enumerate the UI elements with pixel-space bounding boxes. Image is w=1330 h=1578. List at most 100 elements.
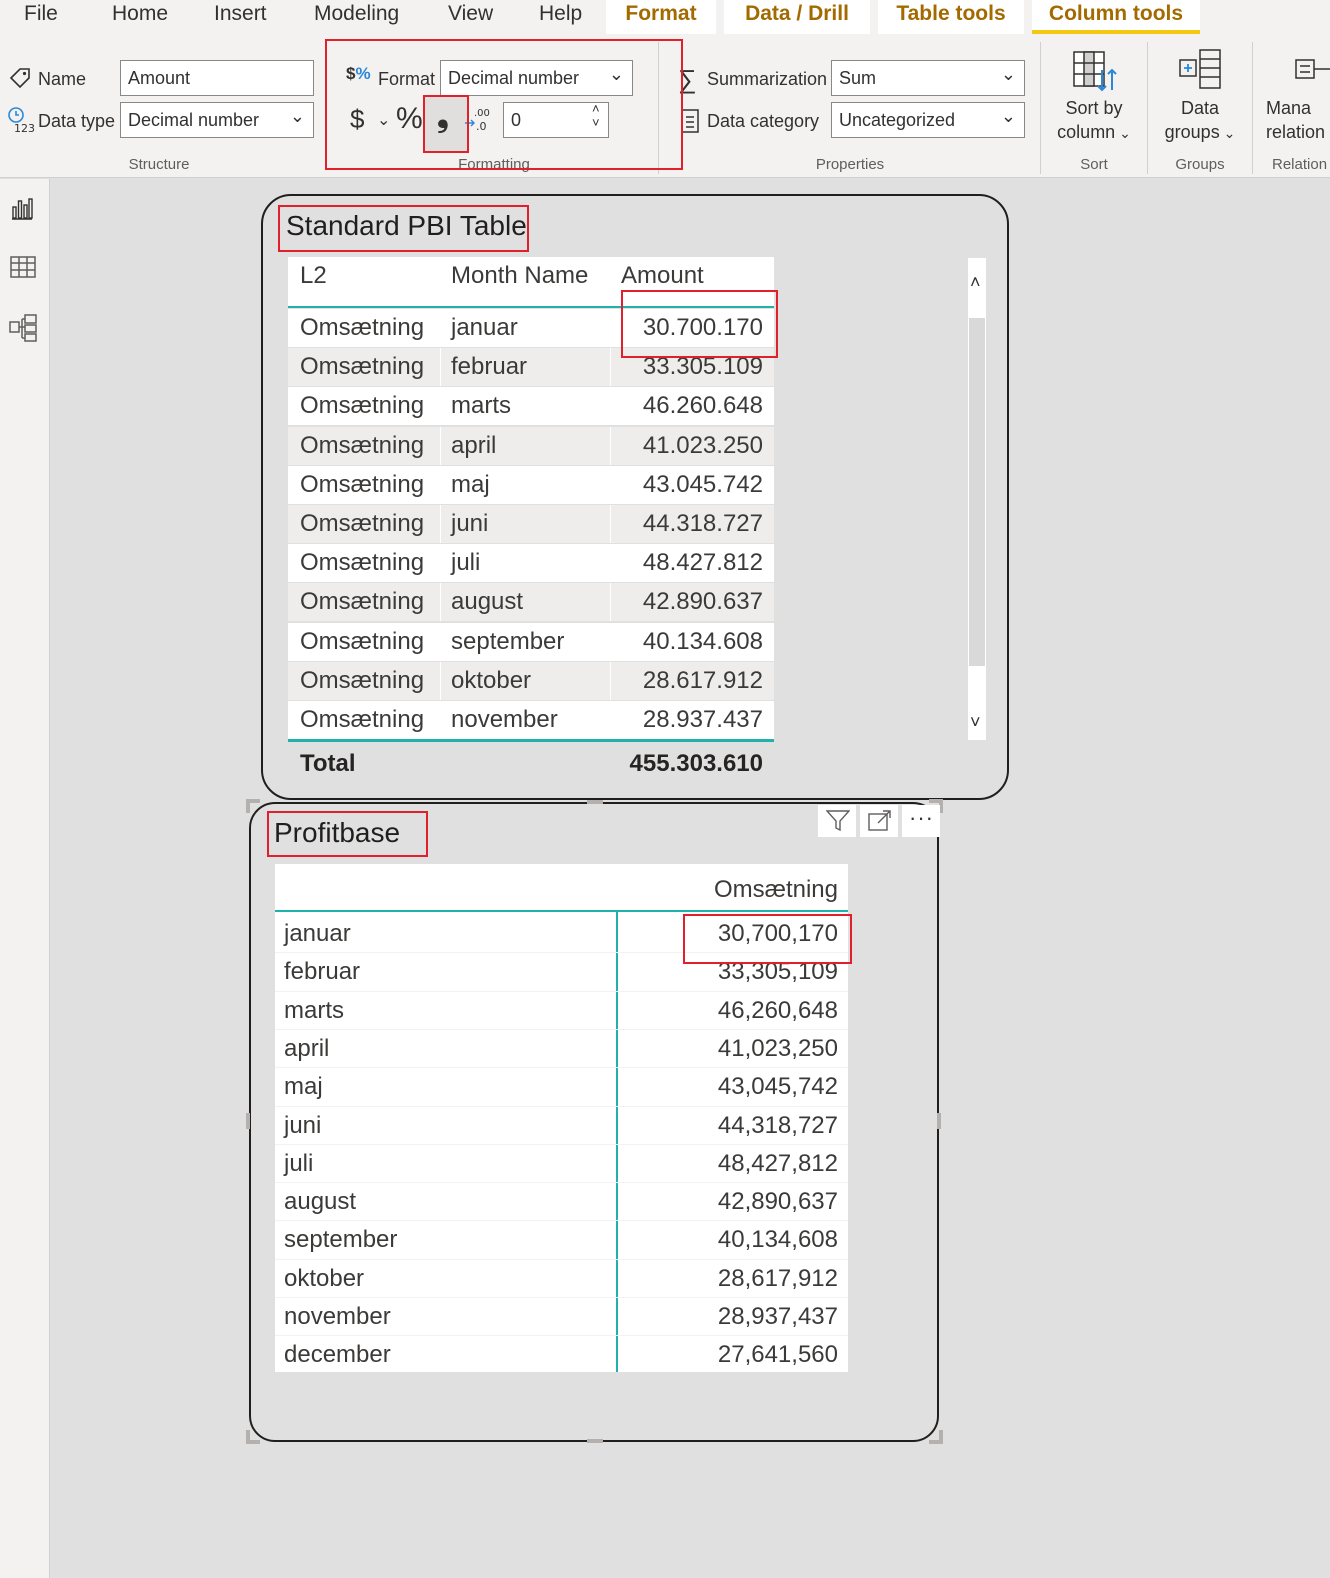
focus-mode-icon bbox=[868, 810, 892, 837]
l2-cell: Omsætning bbox=[300, 667, 425, 694]
amount-cell: 42.890.637 bbox=[642, 588, 763, 615]
menu-view[interactable]: View bbox=[448, 0, 493, 28]
scrollbar-thumb[interactable] bbox=[969, 318, 985, 666]
chevron-down-icon: ⌄ bbox=[1219, 125, 1236, 141]
l2-cell: Omsætning bbox=[300, 314, 425, 341]
l2-cell: Omsætning bbox=[300, 392, 425, 419]
name-input[interactable]: Amount bbox=[120, 60, 314, 96]
profitbase-month-cell[interactable]: marts bbox=[284, 992, 344, 1030]
resize-handle[interactable] bbox=[937, 1113, 941, 1129]
total-rule bbox=[288, 739, 774, 742]
data-category-label: Data category bbox=[707, 111, 820, 131]
title-highlight-box bbox=[278, 205, 529, 252]
profitbase-value-cell: 42,890,637 bbox=[717, 1188, 838, 1215]
month-cell: april bbox=[451, 432, 497, 459]
cell-separator bbox=[440, 466, 441, 504]
ribbon-separator bbox=[1040, 42, 1041, 174]
menu-file[interactable]: File bbox=[24, 0, 58, 28]
profitbase-column-rule bbox=[616, 912, 618, 1372]
resize-handle[interactable] bbox=[587, 800, 603, 804]
focus-mode-button[interactable] bbox=[860, 805, 898, 837]
cell-separator bbox=[440, 583, 441, 621]
filter-button[interactable] bbox=[818, 805, 856, 837]
profitbase-month-cell[interactable]: februar bbox=[284, 953, 360, 991]
month-cell: marts bbox=[451, 392, 511, 419]
cell-separator bbox=[440, 623, 441, 661]
menu-help[interactable]: Help bbox=[539, 0, 582, 28]
profitbase-month-cell[interactable]: oktober bbox=[284, 1260, 364, 1298]
sort-by-column-line1: Sort by bbox=[1065, 98, 1123, 118]
scroll-up-icon[interactable]: ˄ bbox=[970, 272, 981, 293]
resize-handle[interactable] bbox=[246, 1430, 250, 1444]
summarization-dropdown[interactable]: Sum bbox=[831, 60, 1025, 96]
profitbase-month-cell[interactable]: januar bbox=[284, 915, 351, 953]
scroll-down-icon[interactable]: ˅ bbox=[970, 712, 981, 733]
model-view-icon[interactable] bbox=[9, 314, 37, 347]
profitbase-column-header[interactable]: Omsætning bbox=[620, 871, 838, 909]
manage-relationships-line2: relation bbox=[1266, 122, 1326, 142]
resize-handle[interactable] bbox=[246, 1113, 250, 1129]
profitbase-month-cell[interactable]: maj bbox=[284, 1068, 323, 1106]
report-view-icon[interactable] bbox=[10, 197, 34, 226]
data-category-dropdown[interactable]: Uncategorized bbox=[831, 102, 1025, 138]
data-groups-icon bbox=[1178, 48, 1224, 97]
l2-cell: Omsætning bbox=[300, 588, 425, 615]
cell-separator bbox=[440, 544, 441, 582]
l2-cell: Omsætning bbox=[300, 706, 425, 733]
profitbase-title-highlight-box bbox=[267, 811, 428, 857]
menu-insert[interactable]: Insert bbox=[214, 0, 267, 28]
data-view-icon[interactable] bbox=[10, 256, 36, 283]
properties-group-label: Properties bbox=[815, 156, 885, 173]
month-cell: juni bbox=[451, 510, 489, 537]
view-rail bbox=[0, 179, 50, 1578]
sort-by-column-line2: column bbox=[1057, 122, 1116, 142]
profitbase-month-cell[interactable]: juli bbox=[284, 1145, 313, 1183]
cell-separator bbox=[440, 309, 441, 347]
profitbase-month-cell[interactable]: juni bbox=[284, 1107, 321, 1145]
column-header-l2[interactable]: L2 bbox=[300, 257, 327, 295]
tab-format[interactable]: Format bbox=[606, 0, 716, 34]
profitbase-month-cell[interactable]: august bbox=[284, 1183, 356, 1221]
amount-cell: 46.260.648 bbox=[642, 392, 763, 419]
tab-table-tools[interactable]: Table tools bbox=[878, 0, 1024, 34]
menu-modeling[interactable]: Modeling bbox=[314, 0, 399, 28]
l2-cell: Omsætning bbox=[300, 549, 425, 576]
cell-separator bbox=[440, 505, 441, 543]
svg-text:123: 123 bbox=[14, 122, 35, 134]
resize-handle[interactable] bbox=[246, 799, 250, 813]
profitbase-month-cell[interactable]: april bbox=[284, 1030, 329, 1068]
month-cell: august bbox=[451, 588, 524, 615]
more-options-button[interactable]: ··· bbox=[902, 805, 940, 837]
amount-cell: 48.427.812 bbox=[642, 549, 763, 576]
profitbase-month-cell[interactable]: november bbox=[284, 1298, 391, 1336]
month-cell: oktober bbox=[451, 667, 532, 694]
relationships-group-label: Relation bbox=[1272, 156, 1328, 173]
sort-by-column-button[interactable]: Sort by column ⌄ bbox=[1048, 96, 1140, 145]
profitbase-value-cell: 44,318,727 bbox=[717, 1112, 838, 1139]
profitbase-value-highlight-box bbox=[683, 914, 852, 964]
ribbon-separator bbox=[1147, 42, 1148, 174]
amount-cell: 44.318.727 bbox=[642, 510, 763, 537]
tab-column-tools[interactable]: Column tools bbox=[1032, 0, 1200, 34]
cell-separator bbox=[440, 348, 441, 386]
data-type-icon: 123 bbox=[7, 106, 35, 139]
total-value: 455.303.610 bbox=[629, 750, 763, 777]
tab-data-drill[interactable]: Data / Drill bbox=[724, 0, 870, 34]
data-groups-button[interactable]: Data groups ⌄ bbox=[1155, 96, 1245, 145]
resize-handle[interactable] bbox=[587, 1439, 603, 1443]
menu-home[interactable]: Home bbox=[112, 0, 168, 28]
l2-cell: Omsætning bbox=[300, 471, 425, 498]
profitbase-value-cell: 43,045,742 bbox=[717, 1073, 838, 1100]
month-cell: februar bbox=[451, 353, 528, 380]
profitbase-month-cell[interactable]: december bbox=[284, 1336, 391, 1374]
sort-by-column-icon bbox=[1072, 50, 1120, 99]
menu-bar: File Home Insert Modeling View Help Form… bbox=[0, 0, 1330, 34]
total-label: Total bbox=[300, 750, 356, 777]
column-header-month-name[interactable]: Month Name bbox=[451, 257, 588, 295]
profitbase-month-cell[interactable]: september bbox=[284, 1221, 397, 1259]
profitbase-value-cell: 28,617,912 bbox=[717, 1265, 838, 1292]
manage-relationships-button[interactable]: Mana relation bbox=[1266, 96, 1330, 144]
data-type-dropdown[interactable]: Decimal number bbox=[120, 102, 314, 138]
resize-handle[interactable] bbox=[939, 1430, 943, 1444]
month-cell: september bbox=[451, 628, 565, 655]
